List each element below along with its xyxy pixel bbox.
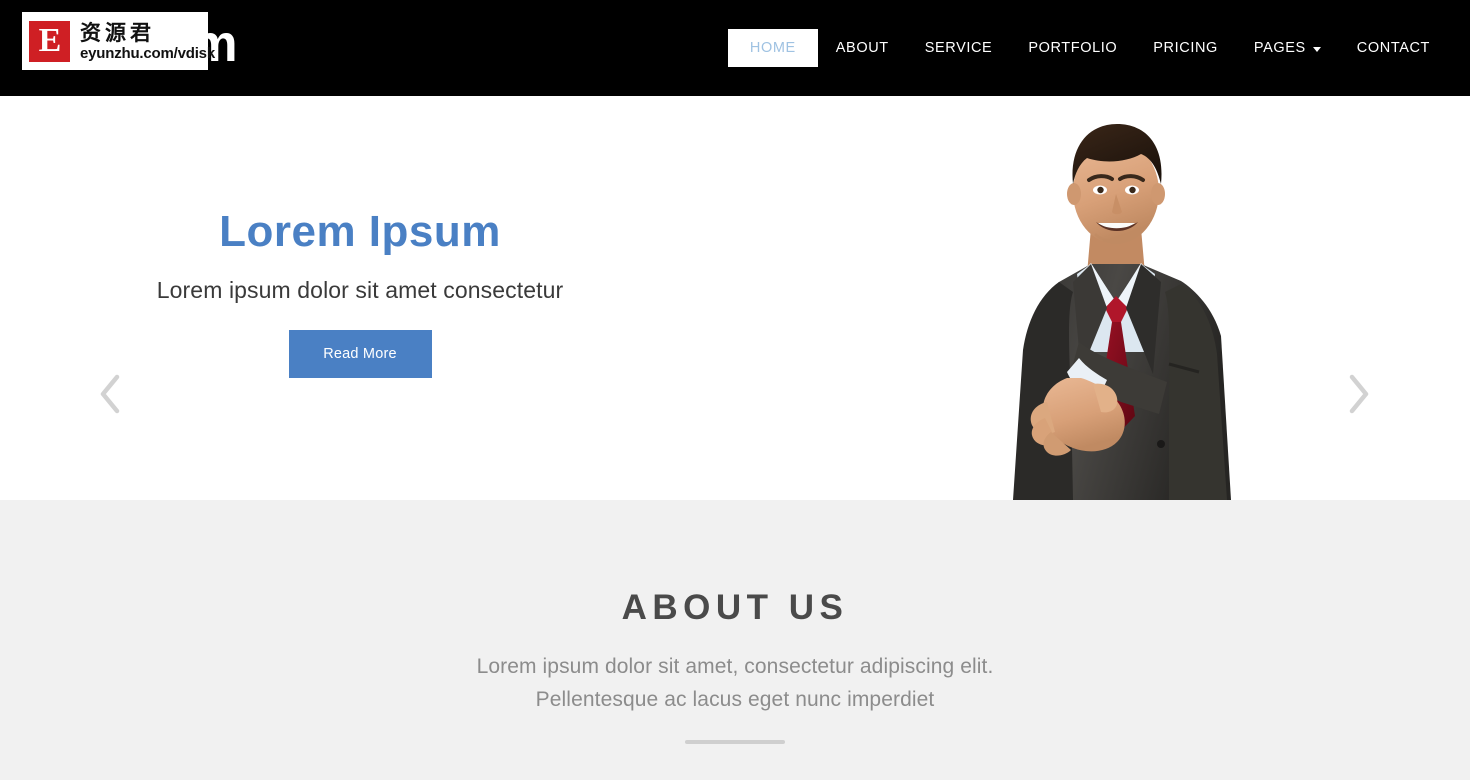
page-root: Freedom HOME ABOUT SERVICE PORTFOLIO PRI…: [0, 0, 1470, 780]
chevron-left-icon: [100, 374, 120, 414]
hero-subtitle: Lorem ipsum dolor sit amet consectetur: [156, 277, 564, 303]
about-us-divider: [685, 740, 785, 744]
nav-item-about-label: ABOUT: [835, 40, 889, 56]
nav-item-home-label: HOME: [749, 40, 796, 56]
nav-item-pages[interactable]: PAGES: [1236, 29, 1339, 67]
nav-item-portfolio-label: PORTFOLIO: [1028, 40, 1118, 56]
nav-item-portfolio[interactable]: PORTFOLIO: [1010, 29, 1135, 67]
businessman-handshake-illustration: [955, 96, 1275, 500]
read-more-button[interactable]: Read More: [288, 330, 432, 378]
nav-item-contact[interactable]: CONTACT: [1339, 29, 1448, 67]
nav-item-service[interactable]: SERVICE: [907, 29, 1011, 67]
about-us-description: Lorem ipsum dolor sit amet, consectetur …: [477, 650, 994, 716]
nav-item-contact-label: CONTACT: [1356, 40, 1430, 56]
hero-carousel: Lorem Ipsum Lorem ipsum dolor sit amet c…: [0, 96, 1470, 500]
nav-item-pages-label: PAGES: [1253, 40, 1306, 56]
carousel-next-button[interactable]: [1337, 368, 1381, 420]
watermark-logo-letter: E: [38, 22, 62, 59]
nav-item-pricing[interactable]: PRICING: [1135, 29, 1236, 67]
nav-item-service-label: SERVICE: [924, 40, 993, 56]
carousel-prev-button[interactable]: [88, 368, 132, 420]
nav-item-home[interactable]: HOME: [727, 29, 818, 67]
watermark-url: eyunzhu.com/vdisk: [80, 44, 215, 62]
about-us-section: ABOUT US Lorem ipsum dolor sit amet, con…: [0, 500, 1470, 780]
chevron-down-icon: [1312, 46, 1321, 52]
hero-title: Lorem Ipsum: [219, 207, 501, 256]
watermark-overlay: E 资源君 eyunzhu.com/vdisk: [22, 12, 215, 70]
about-us-line-2: Pellentesque ac lacus eget nunc imperdie…: [535, 688, 935, 711]
watermark-text: 资源君 eyunzhu.com/vdisk: [80, 21, 215, 62]
hero-businessman-image: [955, 96, 1275, 500]
hero-copy: Lorem Ipsum Lorem ipsum dolor sit amet c…: [0, 96, 720, 500]
watermark-logo-icon: E: [26, 17, 73, 65]
watermark-chinese: 资源君: [80, 20, 155, 45]
site-header: Freedom HOME ABOUT SERVICE PORTFOLIO PRI…: [0, 0, 1470, 96]
about-us-title: ABOUT US: [621, 588, 849, 627]
nav-item-about[interactable]: ABOUT: [818, 29, 907, 67]
nav-item-pricing-label: PRICING: [1153, 40, 1218, 56]
about-us-line-1: Lorem ipsum dolor sit amet, consectetur …: [476, 655, 994, 678]
chevron-right-icon: [1349, 374, 1369, 414]
main-navigation: HOME ABOUT SERVICE PORTFOLIO PRICING PAG…: [727, 29, 1448, 67]
